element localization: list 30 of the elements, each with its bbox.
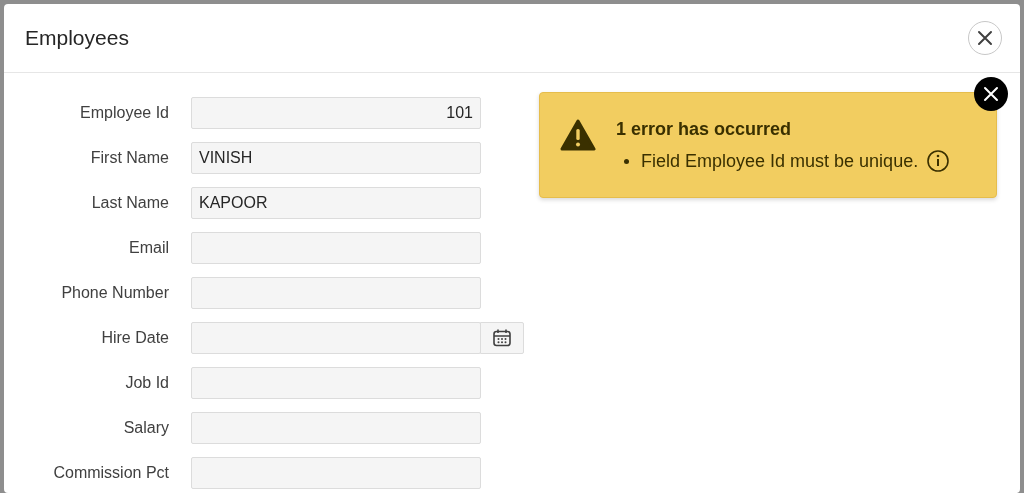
calendar-icon xyxy=(492,328,512,348)
close-button[interactable] xyxy=(968,21,1002,55)
input-field[interactable] xyxy=(191,457,481,489)
calendar-button[interactable] xyxy=(480,322,524,354)
warning-icon xyxy=(560,119,596,151)
field-label: Last Name xyxy=(90,194,169,212)
dialog-title: Employees xyxy=(25,26,129,50)
close-icon xyxy=(976,29,994,47)
alert-title: 1 error has occurred xyxy=(616,119,793,140)
input-field[interactable] xyxy=(191,322,481,354)
input-field[interactable] xyxy=(191,412,481,444)
close-button[interactable] xyxy=(974,77,1008,111)
field-label: Phone Number xyxy=(60,284,169,302)
field-label: Hire Date xyxy=(100,329,169,347)
bullet-icon xyxy=(624,158,629,164)
field-label: First Name xyxy=(89,149,169,167)
input-field[interactable]: VINISH xyxy=(191,142,481,174)
input-field[interactable]: KAPOOR xyxy=(191,187,481,219)
info-icon[interactable] xyxy=(926,149,951,173)
close-icon xyxy=(982,85,1000,103)
input-field[interactable] xyxy=(191,367,481,399)
input-field[interactable]: 101 xyxy=(191,97,481,129)
field-label: Email xyxy=(128,239,169,257)
error-message: Field Employee Id must be unique. xyxy=(641,150,919,172)
field-label: Job Id xyxy=(124,374,169,392)
input-field[interactable] xyxy=(191,232,481,264)
field-label: Commission Pct xyxy=(52,464,169,482)
input-field[interactable] xyxy=(191,277,481,309)
field-label: Employee Id xyxy=(79,104,169,122)
field-label: Salary xyxy=(122,419,169,437)
